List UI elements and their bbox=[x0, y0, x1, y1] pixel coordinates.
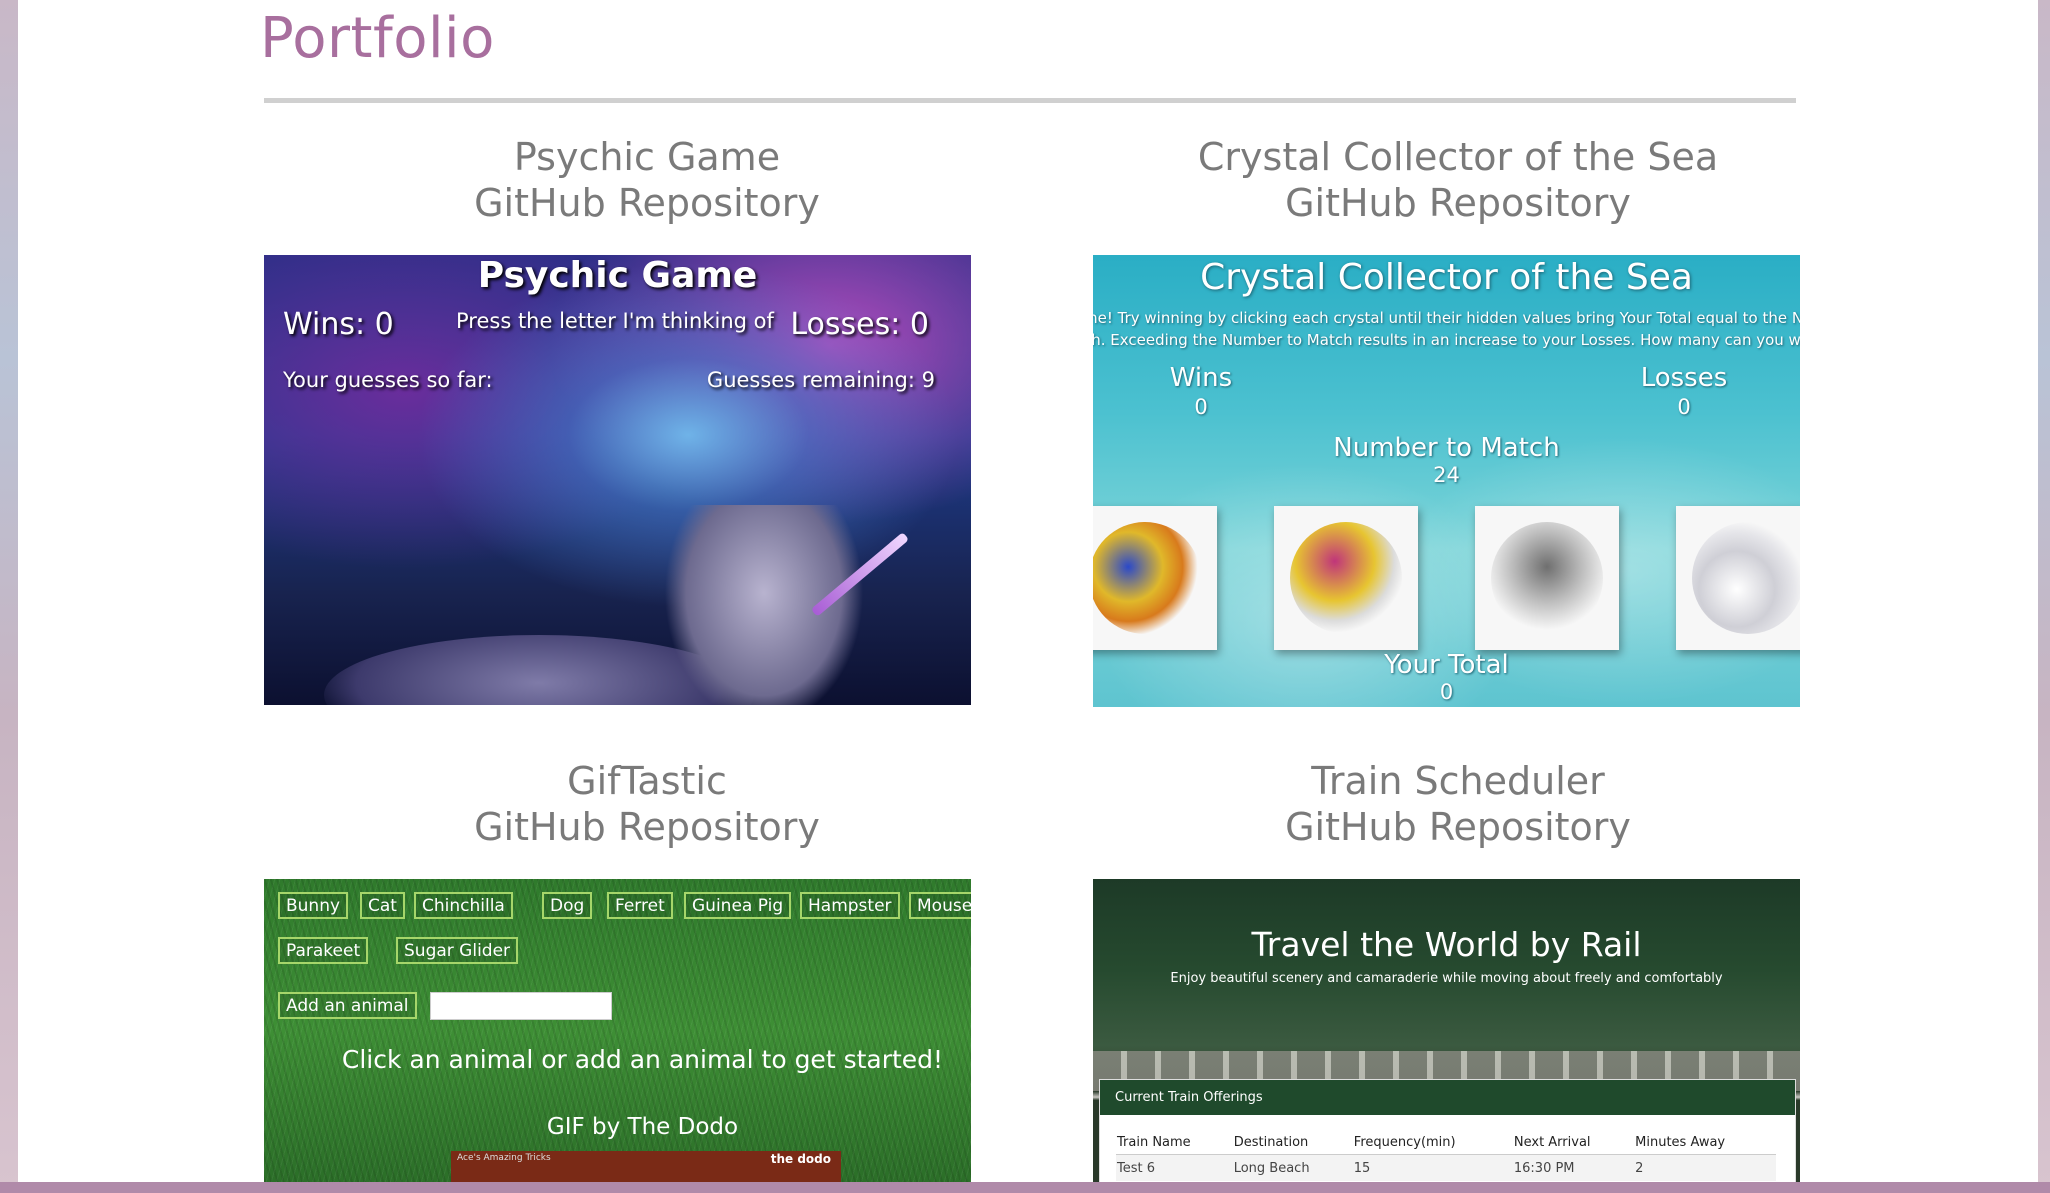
github-repo-link[interactable]: GitHub Repository bbox=[1058, 180, 1858, 226]
giftastic-screenshot[interactable]: Bunny Cat Chinchilla Dog Ferret Guinea P… bbox=[264, 879, 971, 1182]
description-line: ch. Exceeding the Number to Match result… bbox=[1093, 331, 1800, 349]
getting-started-message: Click an animal or add an animal to get … bbox=[341, 1045, 944, 1074]
losses-stat: Losses 0 bbox=[1624, 363, 1744, 419]
table-row: Test 6 Long Beach 15 16:30 PM 2 bbox=[1116, 1154, 1776, 1181]
table-header-row: Train Name Destination Frequency(min) Ne… bbox=[1116, 1130, 1776, 1155]
add-animal-button[interactable]: Add an animal bbox=[278, 992, 417, 1019]
project-heading-train: Train Scheduler GitHub Repository bbox=[1058, 758, 1858, 850]
crystal-shell-card[interactable] bbox=[1676, 506, 1800, 650]
dodo-logo: the dodo bbox=[770, 1152, 831, 1166]
animal-button-chinchilla[interactable]: Chinchilla bbox=[414, 892, 513, 919]
crystal-fish-icon bbox=[1093, 522, 1201, 634]
wins-value: 0 bbox=[1194, 395, 1208, 419]
your-total: Your Total 0 bbox=[1093, 650, 1800, 704]
gif-title: Ace's Amazing Tricks bbox=[457, 1153, 551, 1163]
preview-title: Psychic Game bbox=[477, 255, 758, 296]
project-heading-crystal: Crystal Collector of the Sea GitHub Repo… bbox=[1058, 134, 1858, 226]
column-header: Destination bbox=[1232, 1130, 1353, 1155]
losses-counter: Losses: 0 bbox=[790, 307, 929, 342]
animal-button-dog[interactable]: Dog bbox=[542, 892, 593, 919]
project-name: Train Scheduler bbox=[1311, 759, 1605, 803]
crystal-fish-card[interactable] bbox=[1093, 506, 1217, 650]
project-name: GifTastic bbox=[567, 759, 727, 803]
page-title: Portfolio bbox=[260, 6, 495, 71]
column-header: Train Name bbox=[1116, 1130, 1233, 1155]
preview-title: Crystal Collector of the Sea bbox=[1200, 257, 1693, 298]
total-label: Your Total bbox=[1384, 650, 1509, 680]
column-header: Next Arrival bbox=[1512, 1130, 1635, 1155]
crystal-tropical-fish-icon bbox=[1290, 522, 1402, 634]
project-heading-psychic: Psychic Game GitHub Repository bbox=[247, 134, 1047, 226]
project-name: Psychic Game bbox=[513, 135, 781, 179]
add-animal-input[interactable] bbox=[430, 992, 612, 1020]
gif-thumbnail[interactable]: Ace's Amazing Tricks the dodo bbox=[451, 1151, 841, 1182]
github-repo-link[interactable]: GitHub Repository bbox=[1058, 804, 1858, 850]
game-prompt: Press the letter I'm thinking of bbox=[456, 309, 774, 333]
unicorn-head-illustration bbox=[664, 505, 864, 705]
table-cell: 15 bbox=[1352, 1154, 1513, 1181]
wins-counter: Wins: 0 bbox=[283, 307, 394, 342]
crystal-dolphin-card[interactable] bbox=[1475, 506, 1619, 650]
crystal-dolphin-icon bbox=[1491, 522, 1603, 634]
preview-title: Travel the World by Rail bbox=[1251, 925, 1642, 964]
page: Portfolio Psychic Game GitHub Repository… bbox=[18, 0, 2038, 1182]
train-offerings-panel: Current Train Offerings Train Name Desti… bbox=[1099, 1079, 1796, 1182]
column-header: Minutes Away bbox=[1634, 1130, 1776, 1155]
animal-button-parakeet[interactable]: Parakeet bbox=[278, 937, 369, 964]
bottom-scroll-bar bbox=[0, 1182, 2050, 1193]
github-repo-link[interactable]: GitHub Repository bbox=[247, 180, 1047, 226]
guesses-label: Your guesses so far: bbox=[283, 368, 493, 392]
train-scheduler-screenshot[interactable]: Travel the World by Rail Enjoy beautiful… bbox=[1093, 879, 1800, 1182]
description-line: me! Try winning by clicking each crystal… bbox=[1093, 309, 1800, 327]
number-to-match: Number to Match 24 bbox=[1093, 433, 1800, 487]
gif-attribution: GIF by The Dodo bbox=[546, 1114, 739, 1140]
total-value: 0 bbox=[1439, 680, 1454, 704]
animal-button-ferret[interactable]: Ferret bbox=[607, 892, 673, 919]
column-header: Frequency(min) bbox=[1352, 1130, 1513, 1155]
crystal-tropical-fish-card[interactable] bbox=[1274, 506, 1418, 650]
title-divider bbox=[264, 98, 1796, 103]
table-cell: 16:30 PM bbox=[1512, 1154, 1635, 1181]
train-table: Train Name Destination Frequency(min) Ne… bbox=[1116, 1130, 1776, 1181]
losses-value: 0 bbox=[1677, 395, 1691, 419]
guesses-remaining: Guesses remaining: 9 bbox=[706, 368, 935, 392]
crystal-shell-icon bbox=[1692, 522, 1800, 634]
animal-button-bunny[interactable]: Bunny bbox=[278, 892, 349, 919]
wins-stat: Wins 0 bbox=[1141, 363, 1261, 419]
animal-button-guinea-pig[interactable]: Guinea Pig bbox=[684, 892, 792, 919]
game-description: me! Try winning by clicking each crystal… bbox=[1093, 307, 1800, 351]
match-label: Number to Match bbox=[1333, 433, 1560, 463]
losses-label: Losses bbox=[1640, 363, 1728, 393]
table-cell: Long Beach bbox=[1232, 1154, 1353, 1181]
wins-label: Wins bbox=[1169, 363, 1233, 393]
animal-button-hampster[interactable]: Hampster bbox=[800, 892, 900, 919]
match-value: 24 bbox=[1433, 463, 1460, 487]
animal-button-mouse[interactable]: Mouse bbox=[909, 892, 971, 919]
animal-button-cat[interactable]: Cat bbox=[360, 892, 405, 919]
project-heading-giftastic: GifTastic GitHub Repository bbox=[247, 758, 1047, 850]
animal-button-sugar-glider[interactable]: Sugar Glider bbox=[396, 937, 519, 964]
crystal-collector-screenshot[interactable]: Crystal Collector of the Sea me! Try win… bbox=[1093, 255, 1800, 707]
panel-title: Current Train Offerings bbox=[1100, 1080, 1795, 1115]
preview-subtitle: Enjoy beautiful scenery and camaraderie … bbox=[1170, 971, 1723, 986]
project-name: Crystal Collector of the Sea bbox=[1197, 135, 1719, 179]
github-repo-link[interactable]: GitHub Repository bbox=[247, 804, 1047, 850]
table-cell: Test 6 bbox=[1116, 1154, 1233, 1181]
table-cell: 2 bbox=[1634, 1154, 1776, 1181]
psychic-game-screenshot[interactable]: Psychic Game Wins: 0 Press the letter I'… bbox=[264, 255, 971, 705]
